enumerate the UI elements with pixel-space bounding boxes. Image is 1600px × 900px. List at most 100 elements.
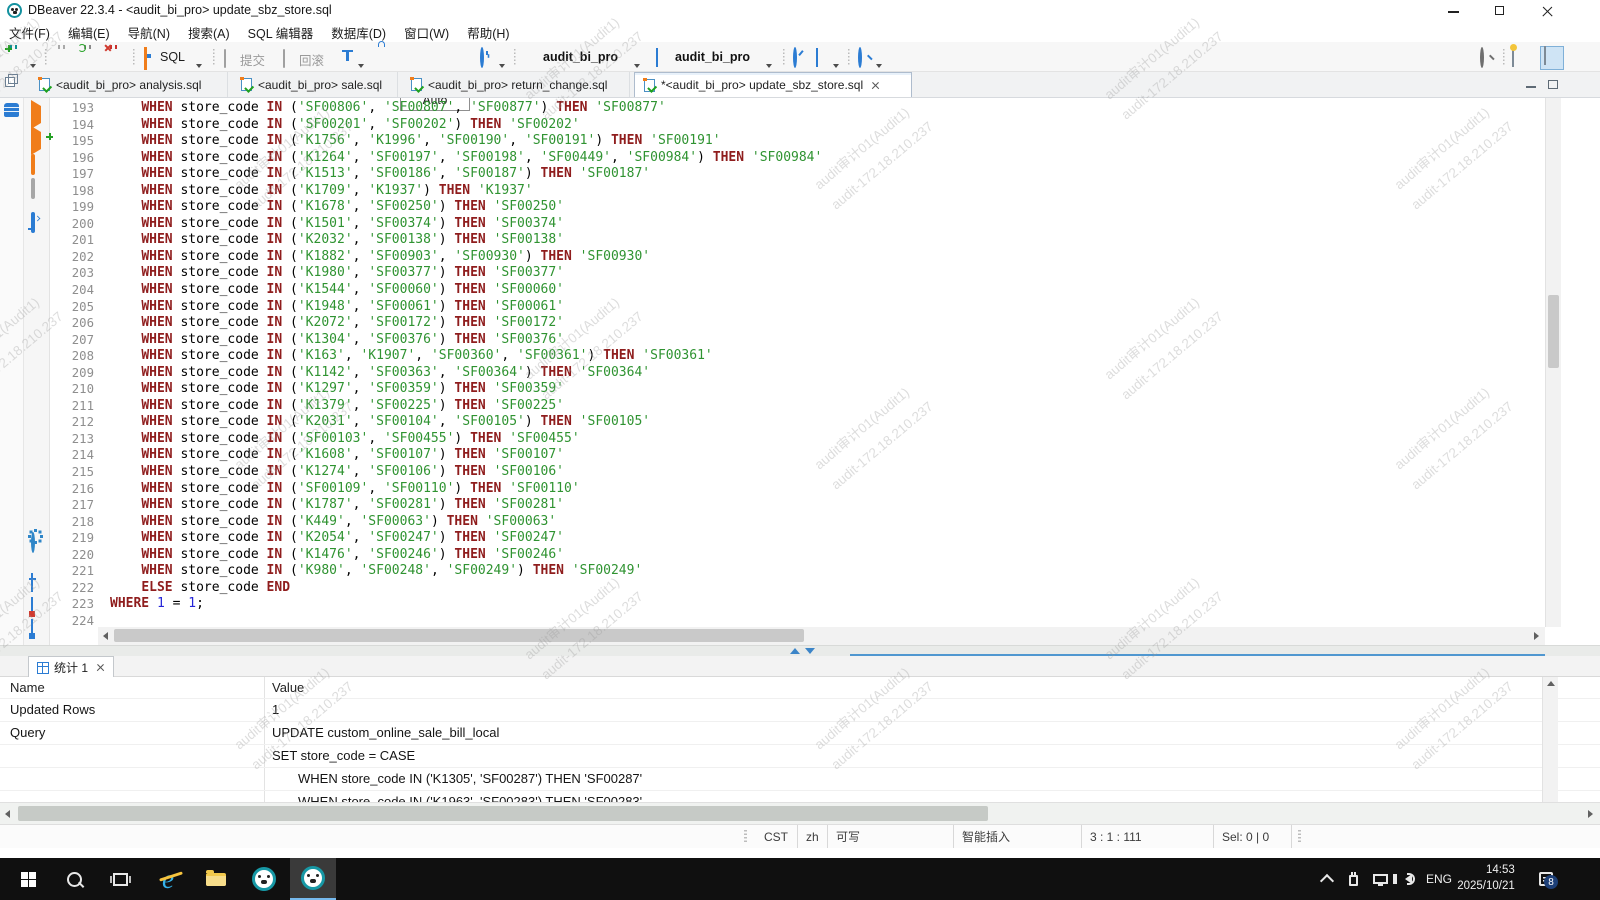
validate-script-icon[interactable]: [31, 598, 33, 616]
code-line[interactable]: 221 WHEN store_code IN ('K980', 'SF00248…: [50, 563, 1544, 580]
history-icon[interactable]: [480, 49, 484, 67]
usb-tray-button[interactable]: [1340, 858, 1366, 900]
sql-button[interactable]: SQL: [160, 50, 185, 64]
code-line[interactable]: 196 WHEN store_code IN ('K1264', 'SF0019…: [50, 150, 1544, 167]
scroll-right-icon[interactable]: [1534, 632, 1539, 640]
code-line[interactable]: 200 WHEN store_code IN ('K1501', 'SF0037…: [50, 216, 1544, 233]
code-line[interactable]: 198 WHEN store_code IN ('K1709', 'K1937'…: [50, 183, 1544, 200]
close-tab-icon[interactable]: [871, 81, 880, 90]
settings-gear-icon[interactable]: [31, 534, 35, 552]
menu-item-5[interactable]: 数据库(D): [322, 23, 395, 42]
menu-item-3[interactable]: 搜索(A): [179, 23, 239, 42]
restore-panel-icon[interactable]: [5, 77, 15, 87]
code-line[interactable]: 204 WHEN store_code IN ('K1544', 'SF0006…: [50, 282, 1544, 299]
status-insert-mode[interactable]: 智能插入: [954, 825, 1082, 849]
internet-explorer-button[interactable]: e: [148, 858, 188, 900]
code-line[interactable]: 197 WHEN store_code IN ('K1513', 'SF0018…: [50, 166, 1544, 183]
code-line[interactable]: 220 WHEN store_code IN ('K1476', 'SF0024…: [50, 547, 1544, 564]
code-line[interactable]: 201 WHEN store_code IN ('K2032', 'SF0013…: [50, 232, 1544, 249]
close-statistics-tab-icon[interactable]: [96, 663, 105, 672]
menu-item-4[interactable]: SQL 编辑器: [239, 23, 323, 42]
code-line[interactable]: 217 WHEN store_code IN ('K1787', 'SF0028…: [50, 497, 1544, 514]
code-line[interactable]: 222 ELSE store_code END: [50, 580, 1544, 597]
sql-editor-icon[interactable]: [144, 50, 147, 68]
results-row[interactable]: QueryUPDATE custom_online_sale_bill_loca…: [0, 722, 1600, 745]
dbeaver-perspective-icon[interactable]: [1540, 46, 1564, 70]
code-line[interactable]: 208 WHEN store_code IN ('K163', 'K1907',…: [50, 348, 1544, 365]
results-scroll-up-icon[interactable]: [1547, 681, 1555, 686]
results-row[interactable]: WHEN store_code IN ('K1305', 'SF00287') …: [0, 768, 1600, 791]
code-line[interactable]: 214 WHEN store_code IN ('K1608', 'SF0010…: [50, 447, 1544, 464]
start-button[interactable]: [10, 858, 46, 900]
editor-horizontal-scrollbar[interactable]: [98, 627, 1545, 645]
code-line[interactable]: 194 WHEN store_code IN ('SF00201', 'SF00…: [50, 117, 1544, 134]
explain-plan-icon[interactable]: [31, 180, 35, 198]
menu-item-7[interactable]: 帮助(H): [458, 23, 518, 42]
code-line[interactable]: 213 WHEN store_code IN ('SF00103', 'SF00…: [50, 431, 1544, 448]
task-view-button[interactable]: [102, 858, 138, 900]
results-scroll-right-icon[interactable]: [1588, 810, 1593, 818]
editor-hscroll-thumb[interactable]: [114, 629, 804, 642]
code-line[interactable]: 215 WHEN store_code IN ('K1274', 'SF0010…: [50, 464, 1544, 481]
language-indicator[interactable]: ENG: [1422, 858, 1456, 900]
minimize-editor-icon[interactable]: [1526, 86, 1536, 88]
schema-icon[interactable]: [656, 49, 658, 67]
code-line[interactable]: 202 WHEN store_code IN ('K1882', 'SF0090…: [50, 249, 1544, 266]
sql-code-editor[interactable]: 193 WHEN store_code IN ('SF00806', 'SF00…: [50, 100, 1544, 627]
compile-icon[interactable]: [816, 49, 818, 67]
dashboard-icon[interactable]: [793, 49, 797, 67]
close-button[interactable]: [1524, 0, 1570, 22]
maximize-editor-icon[interactable]: [1548, 80, 1558, 89]
results-vertical-scrollbar[interactable]: [1542, 677, 1558, 802]
taskbar-search-button[interactable]: [56, 858, 92, 900]
new-connection-dropdown-icon[interactable]: [30, 55, 36, 73]
editor-tab-2[interactable]: <audit_bi_pro> return_change.sql: [402, 72, 630, 97]
code-line[interactable]: 219 WHEN store_code IN ('K2054', 'SF0024…: [50, 530, 1544, 547]
code-line[interactable]: 216 WHEN store_code IN ('SF00109', 'SF00…: [50, 481, 1544, 498]
quick-access-search-icon[interactable]: [1480, 49, 1484, 67]
search-metadata-icon[interactable]: [858, 49, 862, 67]
code-line[interactable]: 206 WHEN store_code IN ('K2072', 'SF0017…: [50, 315, 1544, 332]
commit-icon[interactable]: [224, 50, 226, 68]
schema-selector[interactable]: audit_bi_pro: [675, 50, 750, 64]
status-writable[interactable]: 可写: [828, 825, 954, 849]
code-line[interactable]: 207 WHEN store_code IN ('K1304', 'SF0037…: [50, 332, 1544, 349]
network-tray-button[interactable]: [1366, 858, 1394, 900]
minimize-button[interactable]: [1430, 0, 1476, 22]
search-dropdown-icon[interactable]: [876, 55, 882, 73]
results-hscroll-thumb[interactable]: [18, 806, 988, 821]
sash-handle[interactable]: [790, 648, 815, 654]
code-line[interactable]: 211 WHEN store_code IN ('K1379', 'SF0022…: [50, 398, 1544, 415]
code-line[interactable]: 209 WHEN store_code IN ('K1142', 'SF0036…: [50, 365, 1544, 382]
open-console-icon[interactable]: [31, 214, 35, 232]
code-line[interactable]: 205 WHEN store_code IN ('K1948', 'SF0006…: [50, 299, 1544, 316]
menu-item-1[interactable]: 编辑(E): [59, 23, 119, 42]
export-result-icon[interactable]: [31, 574, 33, 592]
results-col-value[interactable]: Value: [272, 680, 304, 695]
results-row[interactable]: WHEN store_code IN ('K1963', 'SF00283') …: [0, 791, 1600, 802]
tab-statistics[interactable]: 统计 1: [28, 656, 114, 678]
status-language[interactable]: zh: [798, 825, 828, 849]
history-dropdown-icon[interactable]: [499, 55, 505, 73]
rollback-button[interactable]: 回滚: [299, 50, 324, 69]
sql-dropdown-icon[interactable]: [196, 55, 202, 73]
dbeaver-taskbar-button-active[interactable]: [290, 858, 336, 900]
execute-statement-icon[interactable]: [31, 106, 41, 124]
schema-dropdown-icon[interactable]: [766, 55, 772, 73]
commit-button[interactable]: 提交: [240, 50, 265, 69]
transaction-dropdown-icon[interactable]: [358, 55, 364, 73]
execute-new-tab-icon[interactable]: [31, 132, 41, 150]
results-horizontal-scrollbar[interactable]: [0, 802, 1600, 824]
menu-item-2[interactable]: 导航(N): [119, 23, 179, 42]
code-line[interactable]: 210 WHEN store_code IN ('K1297', 'SF0035…: [50, 381, 1544, 398]
results-scroll-left-icon[interactable]: [5, 810, 10, 818]
code-line[interactable]: 223WHERE 1 = 1;: [50, 596, 1544, 613]
volume-tray-button[interactable]: [1394, 858, 1422, 900]
script-info-icon[interactable]: [31, 620, 33, 638]
clock-button[interactable]: 14:53 2025/10/21: [1452, 858, 1520, 900]
results-row[interactable]: Updated Rows1: [0, 699, 1600, 722]
connection-selector[interactable]: audit_bi_pro: [543, 50, 618, 64]
code-line[interactable]: 195 WHEN store_code IN ('K1756', 'K1996'…: [50, 133, 1544, 150]
editor-vscroll-thumb[interactable]: [1548, 295, 1559, 368]
sash-up-icon[interactable]: [790, 648, 800, 654]
